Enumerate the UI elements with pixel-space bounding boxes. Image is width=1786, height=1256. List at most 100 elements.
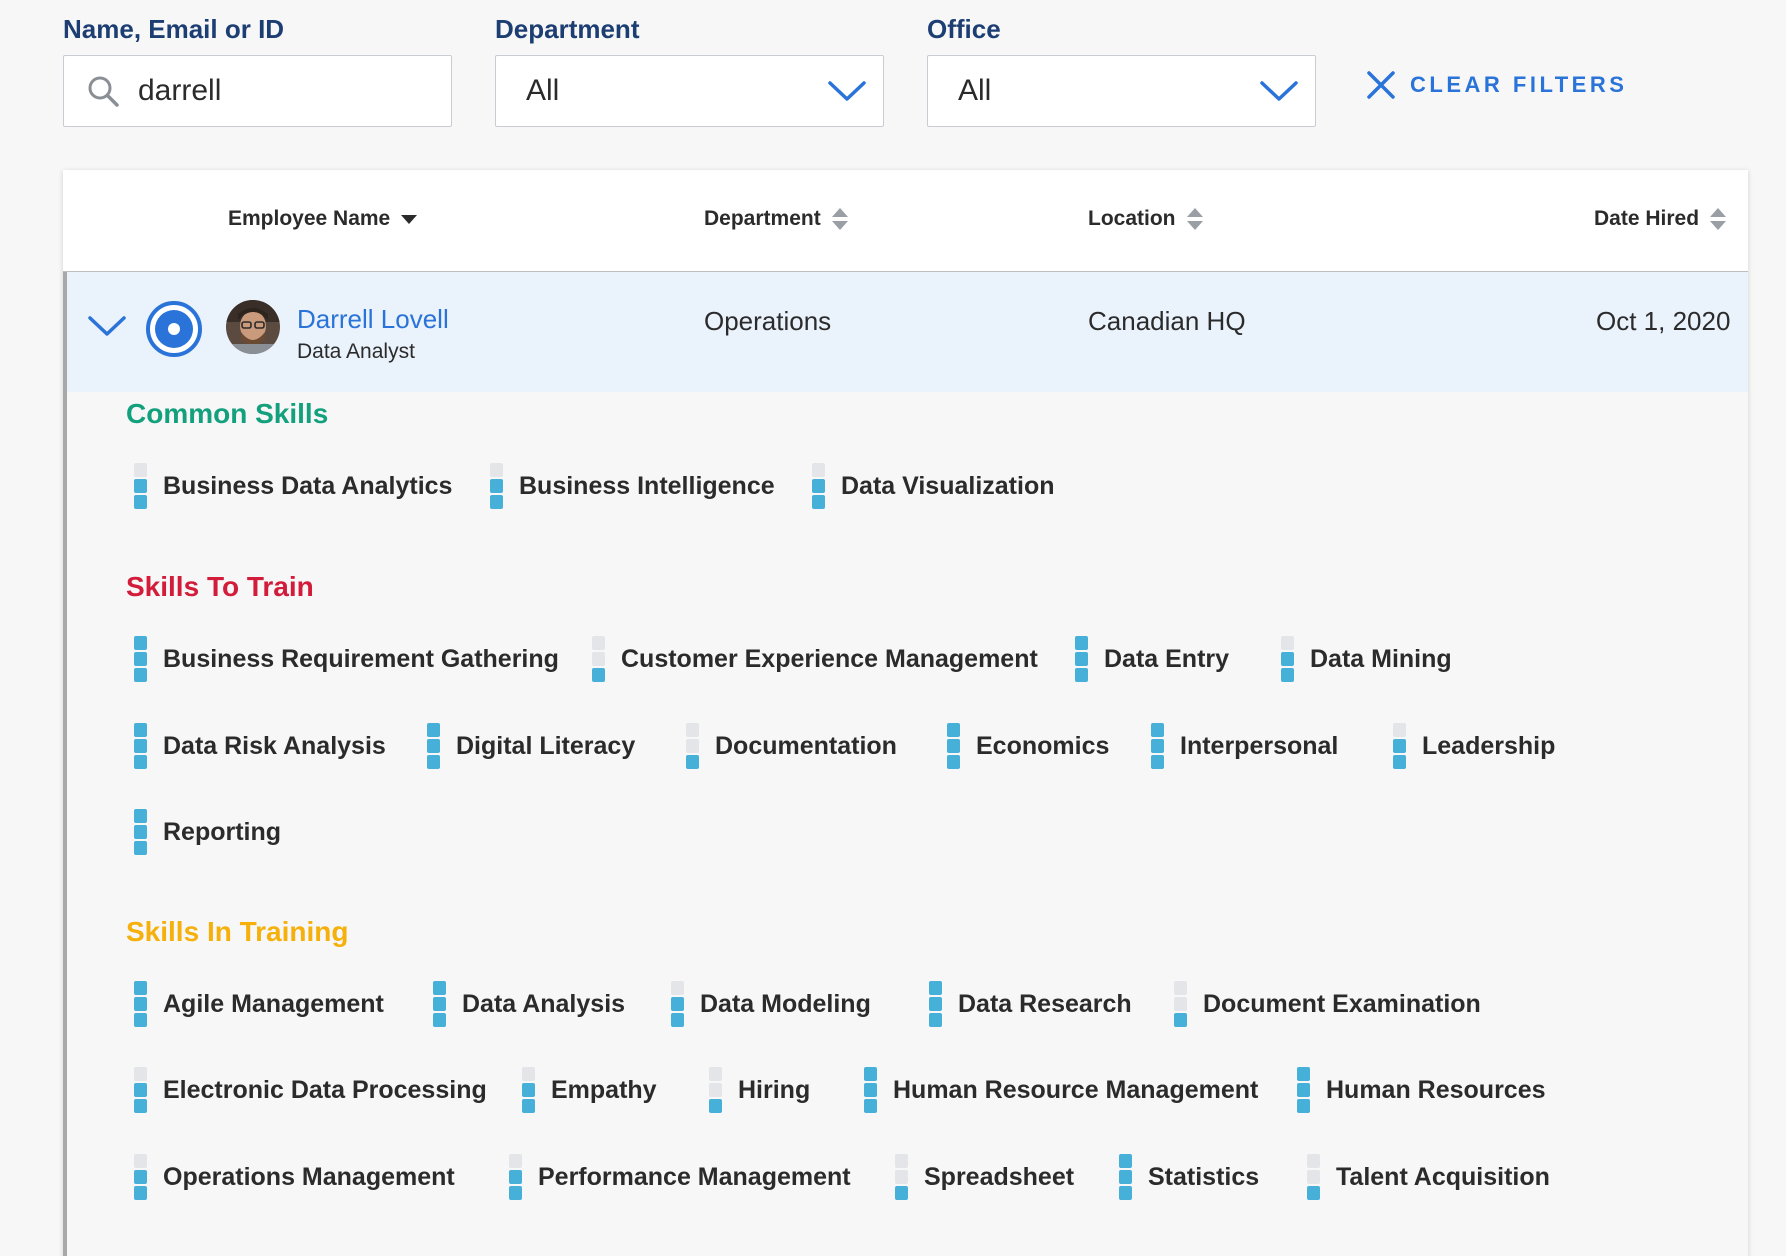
row-select-radio[interactable] [145,300,203,358]
office-select-value: All [958,74,992,107]
skill-item: Economics [947,723,1109,769]
column-header-label: Date Hired [1594,207,1700,230]
skill-item: Business Requirement Gathering [134,636,559,682]
office-select[interactable]: All [927,55,1316,127]
skill-level-indicator [522,1067,535,1113]
avatar [226,300,280,354]
skill-level-indicator [134,809,147,855]
chevron-down-icon [828,81,866,101]
skill-name: Digital Literacy [456,731,636,760]
skill-name: Empathy [551,1075,657,1104]
column-header-department[interactable]: Department [704,206,849,232]
skill-name: Hiring [738,1075,811,1104]
skill-item: Talent Acquisition [1307,1154,1550,1200]
skill-level-indicator [1119,1154,1132,1200]
department-select[interactable]: All [495,55,884,127]
skill-item: Human Resources [1297,1067,1546,1113]
skill-item: Data Research [929,981,1132,1027]
column-header-label: Location [1088,207,1176,230]
office-filter-label: Office [927,14,1001,44]
table-header: Employee Name Department Location Date H… [63,170,1748,272]
skill-name: Data Risk Analysis [163,731,386,760]
column-header-label: Employee Name [228,207,391,230]
employee-name-link[interactable]: Darrell Lovell [297,304,449,335]
skill-name: Data Modeling [700,989,871,1018]
skill-level-indicator [864,1067,877,1113]
chevron-down-icon[interactable] [87,312,127,340]
close-icon [1367,71,1395,99]
skill-name: Reporting [163,817,282,846]
skill-item: Data Modeling [671,981,871,1027]
skill-name: Document Examination [1203,989,1481,1018]
skill-level-indicator [509,1154,522,1200]
skill-name: Human Resource Management [893,1075,1259,1104]
skill-item: Leadership [1393,723,1555,769]
skill-level-indicator [134,981,147,1027]
clear-filters-label: CLEAR FILTERS [1410,72,1628,97]
skill-level-indicator [134,1067,147,1113]
skill-name: Data Entry [1104,644,1230,673]
skill-level-indicator [947,723,960,769]
name-filter-label: Name, Email or ID [63,14,285,44]
skill-name: Electronic Data Processing [163,1075,487,1104]
skill-name: Operations Management [163,1162,455,1191]
common-skills-title: Common Skills [126,398,329,429]
clear-filters-button[interactable]: CLEAR FILTERS [1366,70,1627,100]
skill-item: Data Analysis [433,981,625,1027]
employee-department: Operations [704,306,832,336]
employee-table: Employee Name Department Location Date H… [63,170,1748,1256]
column-header-location[interactable]: Location [1088,206,1204,232]
skill-level-indicator [686,723,699,769]
skill-item: Data Entry [1075,636,1229,682]
skill-item: Human Resource Management [864,1067,1258,1113]
skill-name: Data Research [958,989,1132,1018]
skill-item: Spreadsheet [895,1154,1074,1200]
skill-level-indicator [134,1154,147,1200]
skill-item: Customer Experience Management [592,636,1038,682]
skill-level-indicator [1393,723,1406,769]
skill-item: Business Intelligence [490,463,775,509]
skill-name: Leadership [1422,731,1556,760]
chevron-down-icon [1260,81,1298,101]
skill-level-indicator [671,981,684,1027]
skill-name: Agile Management [163,989,384,1018]
skill-name: Performance Management [538,1162,851,1191]
skill-level-indicator [895,1154,908,1200]
skill-item: Document Examination [1174,981,1481,1027]
table-row[interactable]: Darrell Lovell Data Analyst Operations C… [67,272,1748,392]
skill-name: Data Analysis [462,989,626,1018]
column-header-date-hired[interactable]: Date Hired [1594,206,1727,232]
skill-item: Business Data Analytics [134,463,452,509]
sort-icon [1710,208,1727,230]
skill-level-indicator [134,463,147,509]
skill-item: Electronic Data Processing [134,1067,487,1113]
skill-item: Statistics [1119,1154,1259,1200]
sort-icon [1186,208,1203,230]
skill-level-indicator [427,723,440,769]
skill-item: Operations Management [134,1154,455,1200]
skill-name: Documentation [715,731,897,760]
skill-level-indicator [1307,1154,1320,1200]
skill-name: Business Requirement Gathering [163,644,559,673]
search-input[interactable]: darrell [63,55,452,127]
skill-level-indicator [490,463,503,509]
skill-item: Agile Management [134,981,384,1027]
skill-level-indicator [592,636,605,682]
skill-level-indicator [929,981,942,1027]
skill-level-indicator [1151,723,1164,769]
expanded-row-indicator [63,272,67,1256]
skill-item: Interpersonal [1151,723,1338,769]
skill-name: Economics [976,731,1110,760]
column-header-label: Department [704,207,821,230]
employee-job-title: Data Analyst [297,340,415,363]
sort-descending-icon [401,215,418,224]
skill-level-indicator [709,1067,722,1113]
sort-icon [831,208,848,230]
skill-item: Documentation [686,723,897,769]
skill-item: Performance Management [509,1154,851,1200]
column-header-employee-name[interactable]: Employee Name [228,206,418,232]
skill-name: Talent Acquisition [1336,1162,1550,1191]
skill-item: Reporting [134,809,281,855]
skill-item: Hiring [709,1067,810,1113]
skill-level-indicator [812,463,825,509]
